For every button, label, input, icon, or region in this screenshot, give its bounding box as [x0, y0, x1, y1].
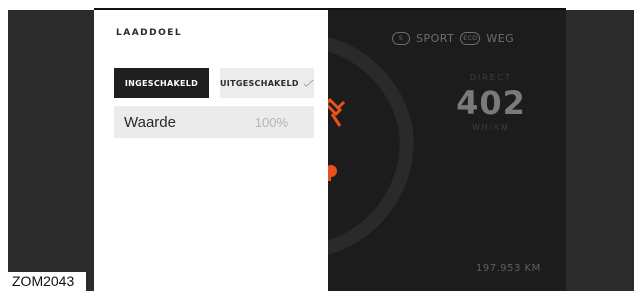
- value-row[interactable]: Waarde 100%: [114, 106, 314, 138]
- dashboard: S SPORT ECO WEG DIRECT 402 WH/KM 197.953…: [328, 10, 566, 291]
- gauge-graphic: [328, 37, 414, 255]
- odometer: 197.953 KM: [476, 263, 541, 274]
- toggle-on-label: INGESCHAKELD: [124, 78, 199, 88]
- charging-pin-icon: [328, 165, 337, 181]
- gauge-arc: [328, 37, 414, 255]
- left-bezel: [8, 10, 94, 291]
- direct-unit: WH/KM: [472, 123, 510, 132]
- mode-sport-label: SPORT: [416, 32, 455, 45]
- figure-frame: S SPORT ECO WEG DIRECT 402 WH/KM 197.953…: [0, 0, 642, 291]
- right-bezel: [566, 10, 634, 291]
- direct-value: 402: [456, 84, 526, 122]
- checkmark-icon: [303, 79, 314, 87]
- value-label: Waarde: [124, 113, 176, 131]
- direct-label: DIRECT: [470, 73, 512, 82]
- charging-plug-icon: [328, 97, 346, 127]
- toggle-on-button[interactable]: INGESCHAKELD: [114, 68, 209, 98]
- toggle-off-label: UITGESCHAKELD: [220, 78, 299, 88]
- value-number: 100%: [254, 114, 288, 130]
- toggle-off-button[interactable]: UITGESCHAKELD: [220, 68, 314, 98]
- charge-target-panel: LAADDOEL INGESCHAKELD UITGESCHAKELD Waar…: [94, 10, 328, 291]
- sport-mode-icon: S: [392, 32, 410, 45]
- panel-title: LAADDOEL: [116, 28, 183, 38]
- mode-road-label: WEG: [486, 32, 515, 45]
- drive-mode-row: S SPORT ECO WEG: [392, 32, 514, 45]
- road-mode-icon: ECO: [460, 32, 481, 45]
- figure-caption: ZOM2043: [8, 272, 86, 291]
